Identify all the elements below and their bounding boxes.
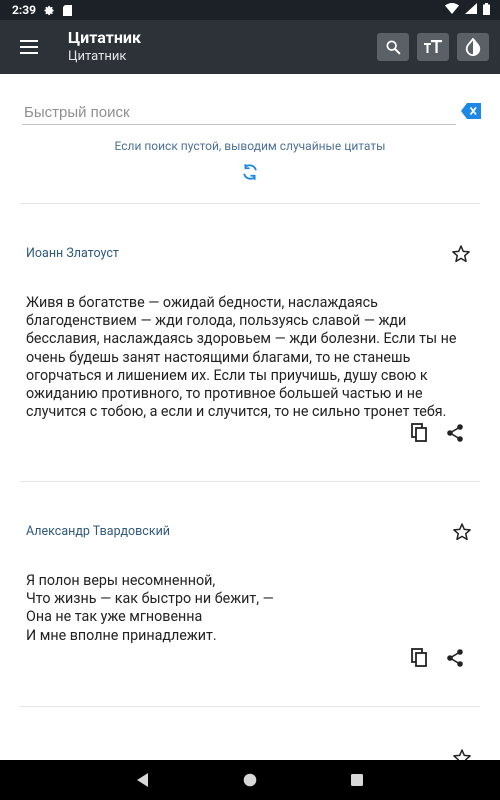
text-size-icon [424,40,442,53]
home-circle-icon [243,773,257,787]
app-titles: Цитатник Цитатник [68,28,141,66]
nav-recents-button[interactable] [349,772,365,788]
status-time: 2:39 [12,3,37,17]
share-button[interactable] [446,423,466,443]
star-outline-icon [453,523,471,541]
status-bar: 2:39 [0,0,500,20]
star-outline-icon [452,245,470,263]
app-subtitle: Цитатник [68,49,127,64]
nav-home-button[interactable] [242,772,258,788]
back-triangle-icon [137,773,148,787]
sd-card-icon [63,4,73,16]
copy-icon [411,648,427,667]
system-nav-bar [0,760,500,800]
share-icon [447,649,463,667]
contrast-icon [465,38,481,56]
nav-back-button[interactable] [135,772,151,788]
copy-button[interactable] [411,423,431,443]
clear-search-button[interactable] [461,103,481,119]
share-button[interactable] [446,648,466,668]
divider [20,706,480,707]
text-size-button[interactable] [417,33,449,61]
backspace-icon [461,103,481,119]
signal-icon [465,3,477,17]
theme-toggle-button[interactable] [457,33,489,61]
app-bar: Цитатник Цитатник [0,20,500,74]
search-button[interactable] [377,33,409,61]
quote-author[interactable]: Иоанн Златоуст [26,246,119,261]
divider [20,203,480,204]
hamburger-menu-icon [20,40,38,54]
refresh-button[interactable] [240,162,260,182]
favorite-button[interactable] [452,748,472,760]
divider [20,481,480,482]
share-icon [447,424,463,442]
search-field [22,102,458,125]
quote-text: Я полон веры несомненной, Что жизнь — ка… [26,573,274,644]
favorite-button[interactable] [451,244,471,264]
search-hint: Если поиск пустой, выводим случайные цит… [114,139,386,153]
star-outline-icon [453,749,471,760]
search-input[interactable] [22,104,458,123]
menu-button[interactable] [14,34,44,60]
recents-square-icon [351,774,363,786]
search-icon [386,40,401,55]
gear-icon [44,5,55,16]
battery-icon [483,2,490,18]
favorite-button[interactable] [452,522,472,542]
quote-text: Живя в богатстве — ожидай бедности, насл… [26,295,457,421]
refresh-icon [243,164,257,180]
app-title: Цитатник [68,28,141,47]
quote-author[interactable]: Александр Твардовский [26,524,170,539]
copy-icon [411,423,427,442]
wifi-icon [445,3,459,17]
copy-button[interactable] [411,648,431,668]
